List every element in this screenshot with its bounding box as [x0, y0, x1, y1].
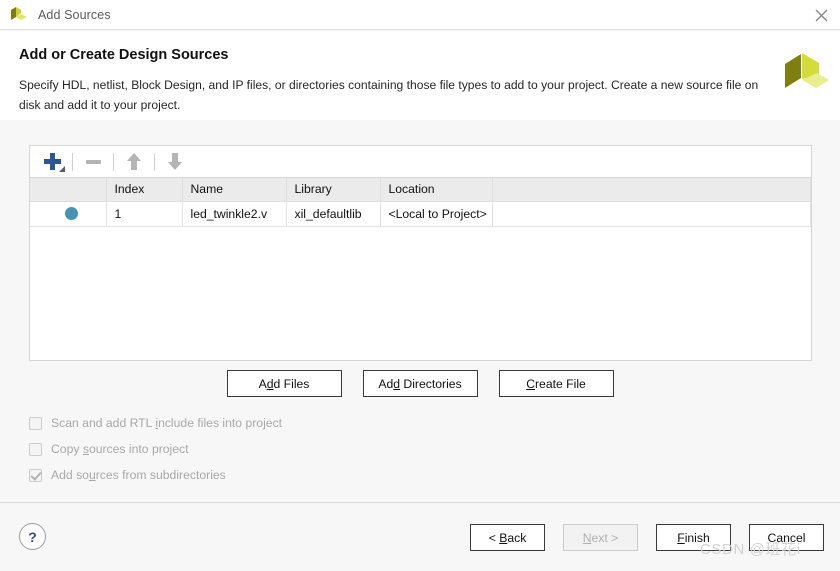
add-directories-pre: Ad [378, 376, 394, 391]
arrow-up-icon [127, 153, 141, 170]
add-files-mnemonic: d [266, 376, 274, 391]
minus-icon [85, 159, 101, 164]
option-copy-sources[interactable]: Copy sources into project [29, 436, 282, 462]
checkbox-copy-sources[interactable] [29, 442, 42, 456]
option-label: Scan and add RTL include files into proj… [51, 416, 283, 430]
row-location-cell: <Local to Project> [380, 201, 493, 227]
close-icon[interactable] [810, 5, 832, 25]
next-button: Next > [563, 524, 638, 551]
toolbar-divider [154, 152, 155, 171]
column-header-location[interactable]: Location [380, 178, 493, 202]
add-files-pre: A [258, 376, 267, 391]
sources-table: Index Name Library Location 1 led_twinkl… [30, 178, 811, 227]
add-directories-button[interactable]: Add Directories [362, 370, 478, 397]
sources-table-panel: Index Name Library Location 1 led_twinkl… [29, 145, 812, 361]
window-title: Add Sources [38, 7, 111, 22]
column-header-index[interactable]: Index [106, 178, 183, 202]
checkbox-scan-rtl-include[interactable] [29, 416, 42, 430]
arrow-down-icon [168, 153, 182, 170]
column-header-name[interactable]: Name [182, 178, 287, 202]
row-index-cell: 1 [106, 201, 183, 227]
column-header-library[interactable]: Library [286, 178, 381, 202]
cancel-button[interactable]: Cancel [749, 524, 824, 551]
option-label: Copy sources into project [51, 442, 189, 456]
page-description: Specify HDL, netlist, Block Design, and … [19, 78, 759, 112]
dialog-header: Add or Create Design Sources Specify HDL… [0, 31, 840, 120]
dialog-body: Index Name Library Location 1 led_twinkl… [0, 120, 840, 502]
row-filler-cell [492, 201, 811, 227]
row-name-cell: led_twinkle2.v [182, 201, 287, 227]
help-button[interactable]: ? [19, 523, 46, 550]
create-file-mnemonic: C [526, 376, 535, 391]
checkbox-add-subdirectories[interactable] [29, 468, 42, 482]
move-up-button[interactable] [119, 149, 149, 175]
xilinx-logo-icon [777, 48, 831, 100]
row-library-cell: xil_defaultlib [286, 201, 381, 227]
status-badge [65, 207, 79, 220]
add-directories-post: Directories [400, 376, 462, 391]
page-title: Add or Create Design Sources [19, 47, 229, 63]
table-row[interactable]: 1 led_twinkle2.v xil_defaultlib <Local t… [30, 201, 811, 227]
sources-toolbar [30, 146, 811, 178]
option-label: Add sources from subdirectories [51, 468, 226, 482]
row-status-cell [30, 201, 107, 227]
create-file-button[interactable]: Create File [498, 370, 614, 397]
add-sources-dialog: Add Sources Add or Create Design Sources… [0, 0, 840, 571]
remove-source-button[interactable] [78, 149, 108, 175]
table-header-row: Index Name Library Location [30, 178, 811, 202]
column-header-filler [492, 178, 811, 202]
move-down-button[interactable] [160, 149, 190, 175]
create-file-post: reate File [535, 376, 586, 391]
finish-button[interactable]: Finish [656, 524, 731, 551]
add-directories-mnemonic: d [393, 376, 401, 391]
option-add-subdirectories[interactable]: Add sources from subdirectories [29, 462, 282, 488]
toolbar-divider [72, 152, 73, 171]
back-button[interactable]: < Back [470, 524, 545, 551]
add-source-button[interactable] [37, 149, 67, 175]
title-bar: Add Sources [0, 0, 840, 30]
column-header-status[interactable] [30, 178, 107, 202]
toolbar-divider [113, 152, 114, 171]
wizard-navigation: < Back Next > Finish Cancel [470, 524, 824, 551]
source-action-buttons: Add Files Add Directories Create File [0, 370, 840, 397]
source-options: Scan and add RTL include files into proj… [29, 410, 282, 488]
chevron-down-icon [59, 165, 65, 172]
plus-icon [43, 153, 61, 170]
dialog-footer: ? < Back Next > Finish Cancel [0, 502, 840, 571]
option-scan-rtl-include[interactable]: Scan and add RTL include files into proj… [29, 410, 282, 436]
xilinx-logo-icon [9, 6, 29, 24]
add-files-button[interactable]: Add Files [226, 370, 342, 397]
add-files-post: d Files [273, 376, 310, 391]
